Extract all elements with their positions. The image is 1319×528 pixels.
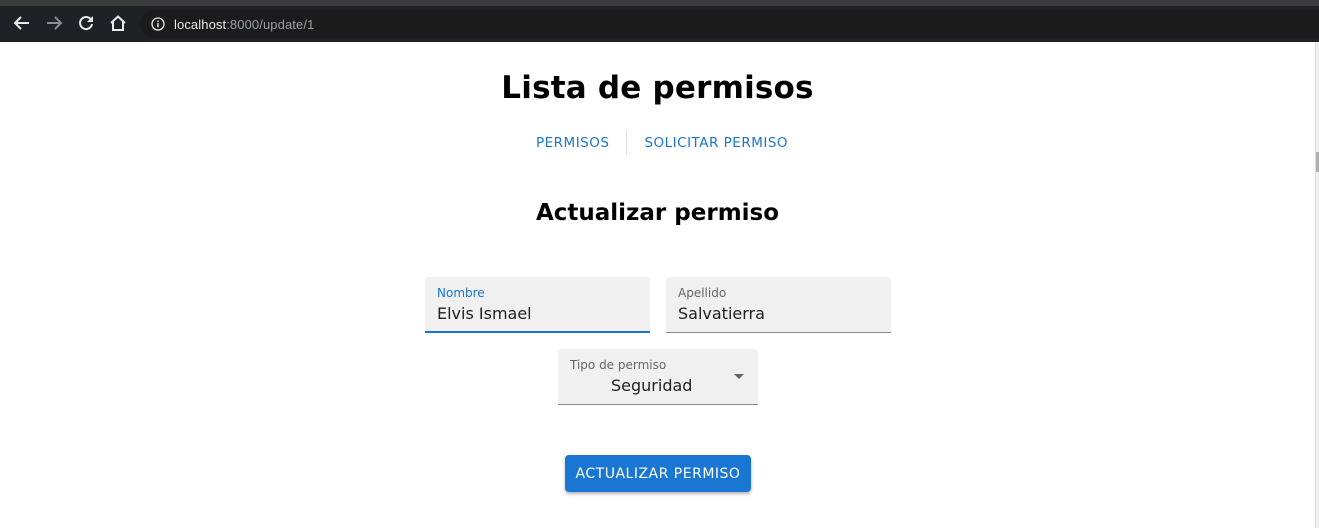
tipo-de-permiso-value: Seguridad [611, 376, 693, 395]
back-arrow-icon[interactable] [11, 12, 33, 34]
nav-link-solicitar-permiso[interactable]: SOLICITAR PERMISO [635, 135, 797, 151]
apellido-value: Salvatierra [678, 304, 765, 323]
forward-arrow-icon[interactable] [43, 12, 65, 34]
apellido-label: Apellido [678, 286, 727, 300]
form-title: Actualizar permiso [535, 200, 780, 226]
tipo-de-permiso-select[interactable]: Tipo de permiso Seguridad [558, 349, 758, 405]
nav-divider [626, 131, 628, 155]
nombre-value: Elvis Ismael [437, 304, 532, 323]
reload-icon[interactable] [75, 12, 97, 34]
scrollbar[interactable] [1315, 42, 1319, 528]
nombre-field[interactable]: Nombre Elvis Ismael [425, 277, 650, 333]
nombre-label: Nombre [437, 286, 485, 300]
url-text: localhost:8000/update/1 [174, 17, 314, 32]
home-icon[interactable] [107, 12, 129, 34]
browser-tab-strip [0, 0, 1319, 6]
nav-link-permisos[interactable]: PERMISOS [527, 135, 618, 151]
url-host: localhost [174, 16, 227, 32]
apellido-field[interactable]: Apellido Salvatierra [666, 277, 891, 333]
main-nav: PERMISOS SOLICITAR PERMISO [527, 131, 797, 155]
url-path: :8000/update/1 [226, 16, 315, 32]
actualizar-permiso-button[interactable]: ACTUALIZAR PERMISO [565, 455, 751, 492]
tipo-de-permiso-label: Tipo de permiso [570, 358, 667, 372]
info-icon[interactable] [150, 16, 166, 32]
dropdown-arrow-icon[interactable] [734, 374, 744, 379]
browser-toolbar: localhost:8000/update/1 [0, 0, 1319, 42]
page-title: Lista de permisos [501, 70, 814, 106]
address-bar[interactable]: localhost:8000/update/1 [140, 10, 1319, 38]
page-content: Lista de permisos PERMISOS SOLICITAR PER… [0, 42, 1315, 528]
